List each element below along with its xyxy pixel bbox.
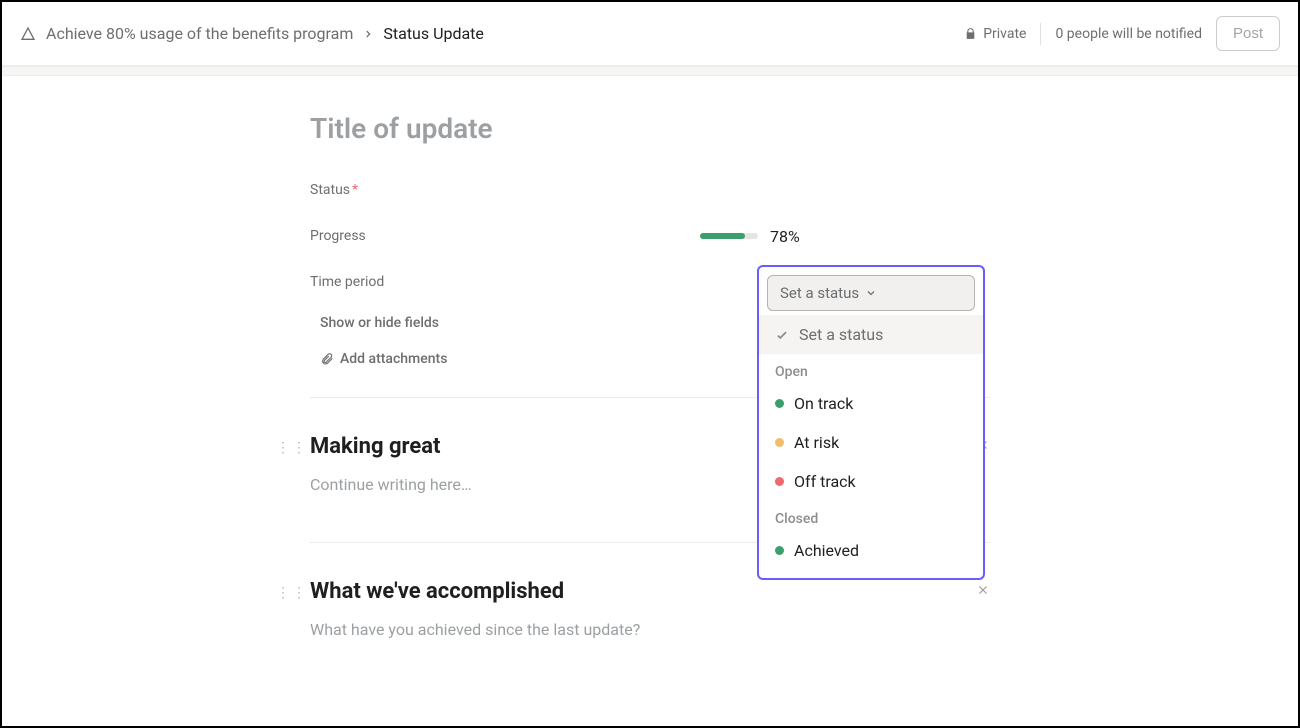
- breadcrumb-goal[interactable]: Achieve 80% usage of the benefits progra…: [46, 24, 353, 43]
- progress-display[interactable]: 78%: [700, 227, 800, 246]
- progress-fill: [700, 233, 745, 239]
- privacy-indicator[interactable]: Private: [964, 26, 1026, 42]
- dot-achieved: [775, 546, 784, 555]
- section-title[interactable]: What we've accomplished: [310, 579, 990, 604]
- status-row: Status*: [310, 167, 990, 213]
- chevron-down-icon: [865, 287, 877, 299]
- progress-bar: [700, 233, 758, 239]
- status-trigger-label: Set a status: [780, 284, 859, 302]
- notify-count[interactable]: 0 people will be notified: [1055, 26, 1202, 42]
- title-input[interactable]: Title of update: [310, 112, 990, 145]
- status-option-at-risk-label: At risk: [794, 433, 839, 452]
- drag-handle-icon[interactable]: ⋮⋮: [276, 585, 308, 601]
- status-option-achieved[interactable]: Achieved: [759, 531, 983, 570]
- status-option-at-risk[interactable]: At risk: [759, 423, 983, 462]
- status-option-placeholder-label: Set a status: [799, 325, 883, 344]
- content-column: Title of update Status* Progress 78% Tim…: [310, 76, 990, 639]
- status-option-off-track[interactable]: Off track: [759, 462, 983, 501]
- header-strip: [2, 66, 1298, 76]
- post-button[interactable]: Post: [1216, 16, 1280, 51]
- paperclip-icon: [320, 352, 334, 366]
- status-option-on-track-label: On track: [794, 394, 853, 413]
- chevron-right-icon: [363, 29, 373, 39]
- status-options-list: Set a status Open On track At risk Off t…: [759, 315, 983, 570]
- dot-at-risk: [775, 438, 784, 447]
- time-period-label: Time period: [310, 274, 450, 290]
- dot-on-track: [775, 399, 784, 408]
- check-icon: [775, 328, 789, 342]
- header-right: Private 0 people will be notified Post: [964, 16, 1280, 51]
- section-body[interactable]: What have you achieved since the last up…: [310, 620, 990, 639]
- status-select-trigger[interactable]: Set a status: [767, 275, 975, 311]
- progress-row: Progress 78%: [310, 213, 990, 259]
- goal-icon: [20, 26, 36, 42]
- status-option-placeholder[interactable]: Set a status: [759, 315, 983, 354]
- status-option-on-track[interactable]: On track: [759, 384, 983, 423]
- breadcrumb: Achieve 80% usage of the benefits progra…: [20, 24, 484, 43]
- progress-label: Progress: [310, 228, 450, 244]
- drag-handle-icon[interactable]: ⋮⋮: [276, 440, 308, 456]
- close-icon[interactable]: [976, 583, 990, 597]
- status-label: Status*: [310, 182, 450, 198]
- progress-percent: 78%: [770, 227, 800, 246]
- status-option-off-track-label: Off track: [794, 472, 856, 491]
- page-header: Achieve 80% usage of the benefits progra…: [2, 2, 1298, 66]
- status-group-closed: Closed: [759, 501, 983, 531]
- dot-off-track: [775, 477, 784, 486]
- lock-icon: [964, 27, 977, 40]
- divider: [1040, 23, 1041, 45]
- privacy-label: Private: [983, 26, 1026, 42]
- breadcrumb-current: Status Update: [383, 24, 484, 43]
- status-option-achieved-label: Achieved: [794, 541, 859, 560]
- status-group-open: Open: [759, 354, 983, 384]
- status-dropdown: Set a status Set a status Open On track …: [757, 265, 985, 580]
